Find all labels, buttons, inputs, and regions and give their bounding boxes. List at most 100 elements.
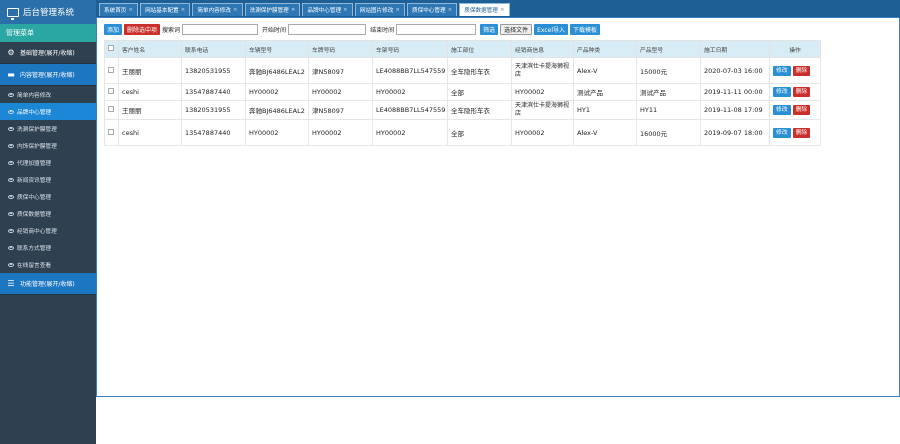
col-header: 操作 bbox=[769, 40, 821, 58]
sidebar-item-label: 代理加盟管理 bbox=[17, 161, 52, 167]
close-icon[interactable]: × bbox=[128, 7, 133, 13]
select-all-cell[interactable] bbox=[104, 40, 119, 58]
cell: HY00002 bbox=[308, 119, 373, 146]
delete-selected-button[interactable]: 删除选中项 bbox=[124, 24, 161, 35]
eye-icon bbox=[8, 126, 14, 131]
sidebar-item-wash-film[interactable]: 洗涮保护膜管理 bbox=[0, 120, 96, 137]
delete-button[interactable]: 删除 bbox=[792, 87, 811, 97]
eye-icon bbox=[8, 109, 14, 114]
row-select-cell[interactable] bbox=[104, 100, 119, 120]
group-basic[interactable]: ⚙ 基础管理(展开/收缩) bbox=[0, 42, 96, 64]
cell: 奔驰BJ6486LEAL2 bbox=[245, 100, 309, 120]
group-label: 内容管理(展开/收缩) bbox=[20, 72, 75, 79]
tab-brand-center[interactable]: 品牌中心管理 × bbox=[302, 3, 353, 16]
search-input[interactable] bbox=[182, 24, 259, 35]
group-function[interactable]: ☰ 功能管理(展开/收缩) bbox=[0, 273, 96, 295]
cell: 津N58097 bbox=[308, 57, 373, 84]
close-icon[interactable]: × bbox=[181, 7, 186, 13]
tab-label: 品牌中心管理 bbox=[307, 8, 342, 14]
tab-simple-content[interactable]: 简单内容修改 × bbox=[192, 3, 243, 16]
delete-button[interactable]: 删除 bbox=[792, 105, 811, 115]
sidebar-item-label: 联系方式管理 bbox=[17, 246, 52, 252]
row-select-cell[interactable] bbox=[104, 83, 119, 101]
sidebar-item-franchise[interactable]: 代理加盟管理 bbox=[0, 154, 96, 171]
sidebar-item-label: 内饰保护膜管理 bbox=[17, 144, 57, 150]
row-select-cell[interactable] bbox=[104, 57, 119, 84]
cell: Alex-V bbox=[573, 119, 637, 146]
close-icon[interactable]: × bbox=[448, 7, 453, 13]
sidebar-item-warranty-data[interactable]: 质保数据管理 bbox=[0, 205, 96, 222]
cell: 津N58097 bbox=[308, 100, 373, 120]
select-all-checkbox[interactable] bbox=[108, 45, 114, 51]
sidebar-item-dealer-center[interactable]: 经销商中心管理 bbox=[0, 222, 96, 239]
start-time-input[interactable] bbox=[288, 24, 367, 35]
row-checkbox[interactable] bbox=[108, 106, 114, 112]
col-header: 施工部位 bbox=[447, 40, 512, 58]
cell: 2019-11-08 17:09 bbox=[700, 100, 770, 120]
close-icon[interactable]: × bbox=[395, 7, 400, 13]
edit-button[interactable]: 修改 bbox=[773, 127, 791, 138]
tab-label: 质保数据管理 bbox=[464, 8, 498, 14]
row-checkbox[interactable] bbox=[108, 128, 114, 135]
delete-button[interactable]: 删除 bbox=[792, 127, 811, 138]
sidebar-item-interior-film[interactable]: 内饰保护膜管理 bbox=[0, 137, 96, 154]
cell: 13547887440 bbox=[181, 119, 246, 146]
sidebar-item-messages[interactable]: 在线留言查看 bbox=[0, 256, 96, 273]
group-content[interactable]: ▬ 内容管理(展开/收缩) bbox=[0, 64, 96, 86]
close-icon[interactable]: × bbox=[500, 7, 505, 13]
download-template-button[interactable]: 下载模板 bbox=[570, 24, 601, 35]
cell: 全车隐形车衣 bbox=[447, 100, 512, 120]
delete-button[interactable]: 删除 bbox=[792, 65, 811, 76]
sidebar-item-contact[interactable]: 联系方式管理 bbox=[0, 239, 96, 256]
edit-button[interactable]: 修改 bbox=[773, 65, 791, 76]
cell: 奔驰BJ6486LEAL2 bbox=[245, 57, 309, 84]
actions-cell: 修改 删除 bbox=[769, 83, 821, 101]
cell: ceshi bbox=[118, 119, 182, 146]
tab-home[interactable]: 系统首页 × bbox=[99, 3, 139, 16]
add-button[interactable]: 添加 bbox=[104, 24, 123, 35]
close-icon[interactable]: × bbox=[233, 7, 238, 13]
edit-button[interactable]: 修改 bbox=[773, 105, 791, 115]
sidebar-item-simple-content[interactable]: 简单内容修改 bbox=[0, 86, 96, 103]
sidebar-item-news[interactable]: 新闻资讯管理 bbox=[0, 171, 96, 188]
close-icon[interactable]: × bbox=[291, 7, 296, 13]
cell: HY00002 bbox=[372, 119, 448, 146]
tab-warranty-data[interactable]: 质保数据管理 × bbox=[459, 3, 510, 16]
cell: HY00002 bbox=[372, 83, 448, 101]
tab-label: 简单内容修改 bbox=[197, 8, 231, 14]
cell: 全车隐形车衣 bbox=[447, 57, 512, 84]
excel-import-button[interactable]: Excel导入 bbox=[534, 24, 569, 35]
filter-button[interactable]: 筛选 bbox=[480, 24, 499, 35]
tab-warranty-center[interactable]: 质保中心管理 × bbox=[407, 3, 458, 16]
choose-file-button[interactable]: 选择文件 bbox=[500, 24, 533, 35]
row-checkbox[interactable] bbox=[108, 66, 114, 73]
gear-icon: ⚙ bbox=[7, 48, 15, 57]
col-header: 施工日期 bbox=[700, 40, 770, 58]
sidebar-item-warranty-center[interactable]: 质保中心管理 bbox=[0, 188, 96, 205]
edit-button[interactable]: 修改 bbox=[773, 87, 791, 97]
tab-label: 质保中心管理 bbox=[412, 8, 446, 14]
app-title: 后台管理系统 bbox=[23, 8, 75, 18]
cell: 2019-11-11 00:00 bbox=[700, 83, 770, 101]
row-select-cell[interactable] bbox=[104, 119, 119, 146]
folder-icon: ▬ bbox=[7, 70, 15, 79]
sidebar-item-brand-center[interactable]: 品牌中心管理 bbox=[0, 103, 96, 120]
row-checkbox[interactable] bbox=[108, 88, 114, 94]
tab-site-config[interactable]: 网站基本配置 × bbox=[140, 3, 191, 16]
monitor-icon bbox=[7, 7, 19, 20]
col-header: 车架号码 bbox=[372, 40, 448, 58]
tab-site-images[interactable]: 网站图片修改 × bbox=[354, 3, 405, 16]
close-icon[interactable]: × bbox=[343, 7, 348, 13]
end-time-input[interactable] bbox=[396, 24, 477, 35]
eye-icon bbox=[8, 160, 14, 165]
table-row: 王丽丽 13820531955 奔驰BJ6486LEAL2 津N58097 LE… bbox=[104, 100, 821, 120]
eye-icon bbox=[8, 143, 14, 148]
tab-wash-film[interactable]: 洗涮保护膜管理 × bbox=[244, 3, 301, 16]
col-header: 经销商信息 bbox=[511, 40, 574, 58]
main-area: 系统首页 × 网站基本配置 × 简单内容修改 × 洗涮保护膜管理 × 品牌中心管理 × 网… bbox=[96, 0, 900, 444]
bottom-blank bbox=[96, 397, 900, 444]
search-label: 搜索词 bbox=[162, 27, 181, 34]
table-row: ceshi 13547887440 HY00002 HY00002 HY0000… bbox=[104, 119, 821, 146]
table-header-row: 客户姓名 联系电话 车辆型号 车牌号码 车架号码 施工部位 经销商信息 产品种类… bbox=[104, 40, 821, 58]
tab-label: 网站图片修改 bbox=[359, 8, 394, 14]
